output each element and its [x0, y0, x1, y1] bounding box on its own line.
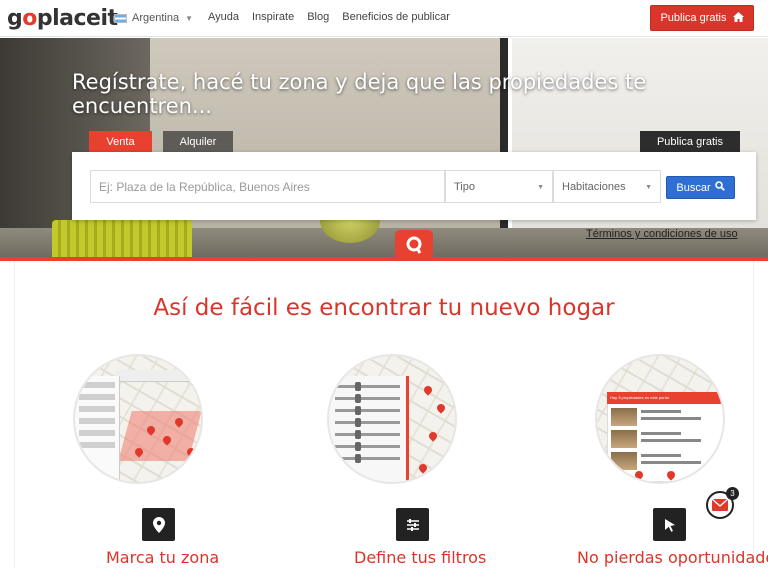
map-pin-icon — [142, 508, 175, 541]
country-label: Argentina — [132, 12, 180, 24]
tipo-select-value: Tipo — [454, 180, 475, 193]
buscar-button[interactable]: Buscar — [666, 176, 735, 199]
sliders-icon — [396, 508, 429, 541]
terms-link[interactable]: Términos y condiciones de uso — [586, 228, 738, 240]
publish-free-label: Publica gratis — [660, 12, 727, 24]
notification-count-badge: 3 — [726, 487, 739, 500]
country-selector[interactable]: Argentina ▼ — [114, 12, 193, 24]
publish-free-button[interactable]: Publica gratis — [650, 5, 754, 31]
habitaciones-select-value: Habitaciones — [562, 180, 626, 193]
site-logo[interactable]: goplaceit — [7, 6, 118, 31]
feature-image-marca-zona — [73, 354, 203, 484]
hero-title: Regístrate, hacé tu zona y deja que las … — [72, 70, 647, 118]
section-title: Así de fácil es encontrar tu nuevo hogar — [153, 295, 615, 321]
habitaciones-select[interactable]: Habitaciones ▼ — [553, 170, 661, 203]
tab-venta[interactable]: Venta — [89, 131, 152, 153]
search-panel: Ej: Plaza de la República, Buenos Aires … — [72, 152, 756, 220]
buscar-label: Buscar — [676, 181, 711, 194]
list-header-text: Hay 3 propiedades en este punto — [610, 395, 669, 400]
feature-image-define-filtros — [327, 354, 457, 484]
feature-label-marca-zona: Marca tu zona — [106, 548, 220, 567]
nav-links: Ayuda Inspirate Blog Beneficios de publi… — [208, 11, 463, 23]
nav-link-blog[interactable]: Blog — [307, 11, 329, 23]
location-search-input[interactable]: Ej: Plaza de la República, Buenos Aires — [90, 170, 445, 203]
feature-label-oportunidades: No pierdas oportunidades — [577, 548, 768, 567]
argentina-flag-icon — [114, 13, 127, 23]
feature-label-define-filtros: Define tus filtros — [354, 548, 487, 567]
tipo-select[interactable]: Tipo ▼ — [445, 170, 553, 203]
top-navbar: goplaceit Argentina ▼ Ayuda Inspirate Bl… — [0, 0, 768, 37]
chevron-down-icon: ▼ — [645, 184, 652, 191]
location-pin-logo-icon — [406, 236, 422, 254]
feature-image-oportunidades: Hay 3 propiedades en este punto — [595, 354, 725, 484]
chevron-down-icon: ▼ — [537, 184, 544, 191]
cursor-icon — [653, 508, 686, 541]
nav-link-beneficios[interactable]: Beneficios de publicar — [342, 11, 450, 23]
nav-link-inspirate[interactable]: Inspirate — [252, 11, 294, 23]
tab-alquiler[interactable]: Alquiler — [163, 131, 233, 153]
home-icon — [732, 11, 744, 25]
chevron-down-icon: ▼ — [185, 13, 194, 23]
nav-link-ayuda[interactable]: Ayuda — [208, 11, 239, 23]
tab-publica-gratis[interactable]: Publica gratis — [640, 131, 740, 153]
search-icon — [714, 181, 725, 194]
hero-background-chair — [52, 220, 192, 258]
